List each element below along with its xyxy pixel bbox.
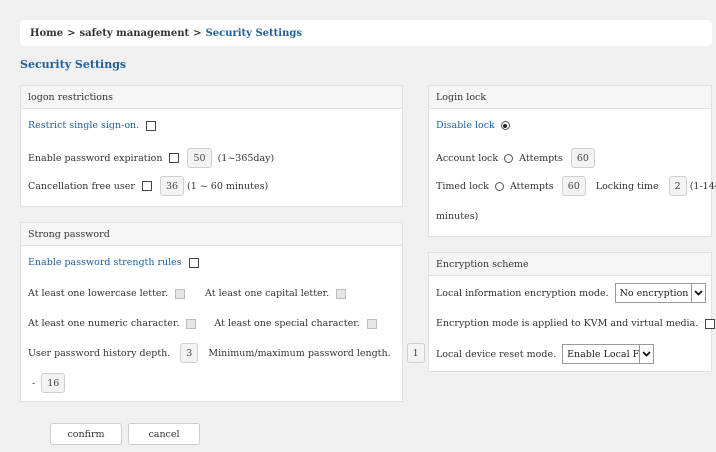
locking-time-hint-cont: minutes): [436, 211, 479, 222]
lowercase-checkbox[interactable]: [175, 288, 186, 299]
disable-lock-radio[interactable]: [500, 121, 510, 130]
enable-rules-checkbox[interactable]: [188, 257, 199, 268]
restrict-sso-label: Restrict single sign-on.: [28, 120, 140, 131]
timed-lock-label: Timed lock: [436, 180, 489, 192]
pwd-expiration-checkbox[interactable]: [169, 153, 180, 163]
disable-lock-label: Disable lock: [436, 120, 495, 131]
locking-time-label: Locking time: [595, 180, 659, 192]
pwd-expiration-hint: (1~365day): [217, 152, 275, 164]
min-length-input[interactable]: 1: [406, 343, 425, 363]
breadcrumb-section[interactable]: safety management: [79, 28, 189, 39]
special-label: At least one special character.: [214, 318, 360, 329]
confirm-button[interactable]: confirm: [50, 423, 122, 445]
reset-mode-value: Enable Local Fact: [567, 348, 639, 360]
reset-mode-label: Local device reset mode.: [436, 348, 557, 360]
encryption-mode-value: No encryption: [619, 287, 689, 299]
restrict-sso-checkbox[interactable]: [146, 120, 157, 131]
numeric-label: At least one numeric character.: [28, 318, 180, 329]
locking-time-hint: (1-1440: [689, 180, 716, 192]
cancellation-checkbox[interactable]: [141, 181, 152, 191]
chevron-down-icon: [690, 284, 705, 302]
account-lock-radio[interactable]: [504, 153, 514, 163]
capital-label: At least one capital letter.: [205, 288, 330, 299]
cancellation-hint: (1 ~ 60 minutes): [187, 180, 269, 192]
panel-header: Login lock: [429, 86, 711, 109]
special-checkbox[interactable]: [366, 318, 377, 329]
capital-checkbox[interactable]: [336, 288, 347, 299]
encryption-mode-select[interactable]: No encryption: [614, 283, 706, 303]
timed-attempts-input[interactable]: 60: [561, 176, 586, 196]
length-label: Minimum/maximum password length.: [208, 347, 391, 359]
locking-time-input[interactable]: 2: [668, 176, 687, 196]
history-input[interactable]: 3: [180, 343, 199, 363]
cancellation-label: Cancellation free user: [28, 180, 135, 192]
panel-header: logon restrictions: [21, 86, 402, 109]
timed-attempts-label: Attempts: [509, 180, 554, 192]
timed-lock-radio[interactable]: [494, 181, 504, 191]
breadcrumb-current: Security Settings: [205, 27, 302, 39]
chevron-down-icon: [639, 345, 653, 363]
panel-header: Strong password: [21, 223, 402, 246]
account-attempts-label: Attempts: [519, 152, 563, 164]
encryption-mode-label: Local information encryption mode.: [436, 287, 609, 299]
kvm-label: Encryption mode is applied to KVM and vi…: [436, 318, 699, 329]
account-attempts-input[interactable]: 60: [570, 148, 595, 168]
length-dash: -: [32, 377, 36, 389]
page-title: Security Settings: [20, 58, 127, 71]
panel-header: Encryption scheme: [429, 253, 711, 276]
pwd-expiration-input[interactable]: 50: [187, 148, 212, 168]
numeric-checkbox[interactable]: [186, 318, 197, 329]
reset-mode-select[interactable]: Enable Local Fact: [562, 344, 655, 364]
history-label: User password history depth.: [28, 347, 171, 359]
account-lock-label: Account lock: [436, 152, 499, 164]
pwd-expiration-label: Enable password expiration: [28, 152, 163, 164]
breadcrumb-home[interactable]: Home: [30, 28, 63, 39]
cancellation-input[interactable]: 36: [159, 176, 185, 196]
breadcrumb: Home > safety management > Security Sett…: [20, 20, 712, 46]
breadcrumb-separator: >: [193, 27, 202, 39]
kvm-checkbox[interactable]: [705, 318, 716, 329]
logon-restrictions-panel: logon restrictions Restrict single sign-…: [20, 85, 403, 207]
login-lock-panel: Login lock Disable lock Account lock Att…: [428, 85, 716, 237]
lowercase-label: At least one lowercase letter.: [28, 288, 169, 299]
cancel-button[interactable]: cancel: [128, 423, 200, 445]
breadcrumb-separator: >: [67, 27, 76, 39]
strong-password-panel: Strong password Enable password strength…: [20, 222, 425, 402]
enable-rules-label: Enable password strength rules: [28, 257, 182, 268]
max-length-input[interactable]: 16: [41, 373, 66, 393]
encryption-scheme-panel: Encryption scheme Local information encr…: [428, 252, 716, 372]
